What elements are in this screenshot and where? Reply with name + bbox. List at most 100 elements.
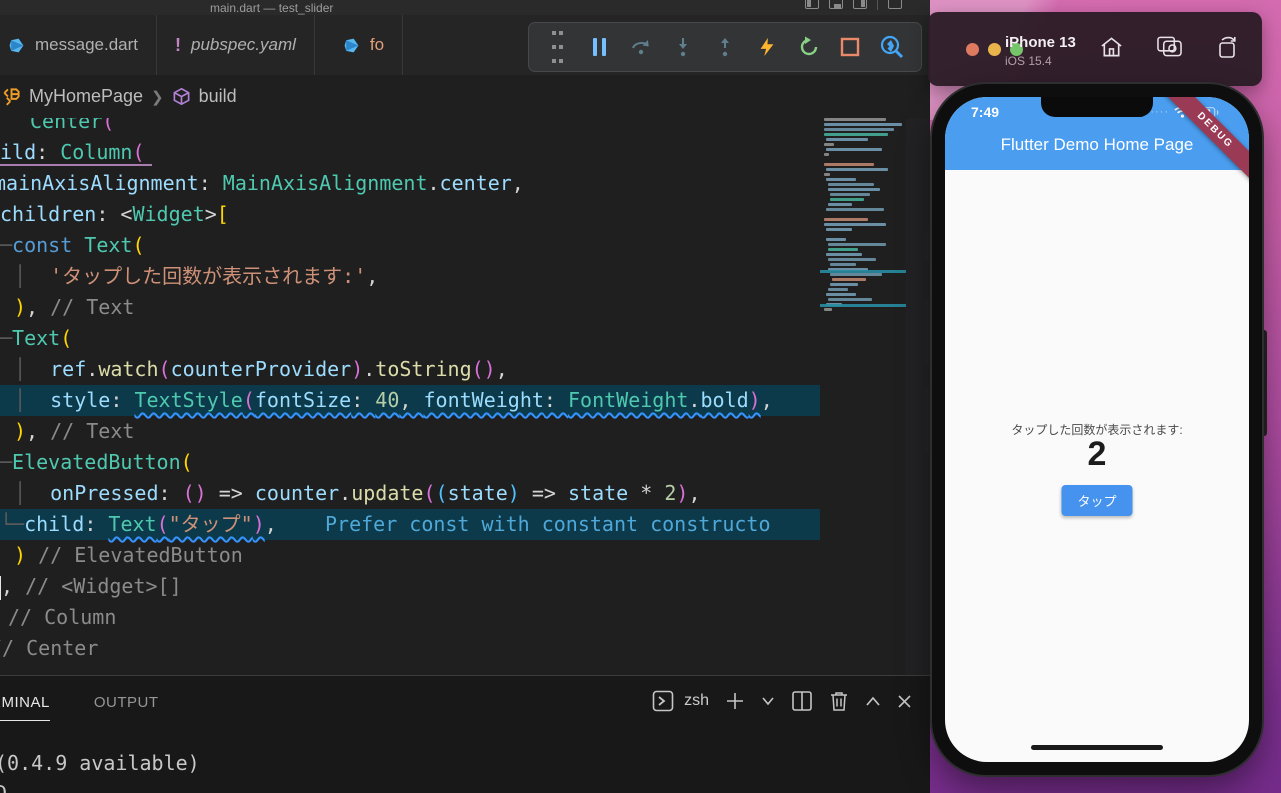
rotate-icon[interactable]	[1216, 36, 1238, 59]
tab-label: pubspec.yaml	[191, 35, 296, 54]
minimap-row	[824, 118, 886, 121]
trash-icon[interactable]	[829, 690, 849, 712]
minimap-row	[824, 163, 874, 166]
dart-icon	[9, 38, 24, 52]
appbar-title: Flutter Demo Home Page	[1000, 135, 1194, 154]
minimap-row	[828, 248, 858, 251]
counter-value: 2	[1087, 435, 1107, 473]
code-line: mainAxisAlignment: MainAxisAlignment.cen…	[0, 171, 524, 195]
stop-button[interactable]	[833, 28, 867, 66]
iphone-frame: 7:49 ···· Flutter Demo Home Page DEBUG タ…	[932, 84, 1262, 775]
minimap-row	[830, 193, 870, 196]
hot-reload-button[interactable]	[750, 28, 784, 66]
code-line: // Column	[8, 605, 117, 629]
shell-icon	[652, 690, 674, 712]
panel-tabs: TERMINAL OUTPUT	[0, 694, 159, 721]
minimap-row	[830, 283, 858, 286]
toggle-panel-icon[interactable]	[829, 0, 843, 9]
minimap-row	[826, 148, 882, 151]
code-line: │ ref.watch(counterProvider).toString(),	[14, 357, 508, 381]
home-icon[interactable]	[1100, 36, 1123, 58]
tab-message-dart[interactable]: message.dart	[0, 15, 157, 75]
tab-partial[interactable]: fo	[315, 15, 404, 75]
code-line: // Center	[0, 636, 99, 660]
titlebar-separator	[877, 0, 878, 10]
minimap-row	[826, 253, 862, 256]
simulator-os-version: iOS 15.4	[1005, 54, 1052, 68]
vscode-window: main.dart — test_slider message.dart ! p…	[0, 0, 930, 793]
open-devtools-button[interactable]	[875, 28, 909, 66]
notch	[1041, 97, 1153, 117]
shell-label[interactable]: zsh	[684, 692, 709, 710]
close-window-icon[interactable]	[966, 43, 979, 56]
minimap-row	[826, 228, 852, 231]
screenshot-icon[interactable]	[1157, 36, 1182, 57]
drag-handle-icon[interactable]	[541, 28, 575, 66]
toggle-secondary-sidebar-icon[interactable]	[853, 0, 867, 9]
terminal-output[interactable]: (0.4.9 available) D	[0, 748, 200, 793]
minimap-highlight-marker	[820, 270, 906, 273]
home-indicator[interactable]	[1031, 745, 1163, 750]
minimap-row	[828, 298, 872, 301]
minimap-row	[826, 168, 888, 171]
minimize-window-icon[interactable]	[988, 43, 1001, 56]
code-editor[interactable]: Center( ild: Column( mainAxisAlignment: Ma…	[0, 118, 930, 675]
minimap-row	[826, 138, 868, 141]
breadcrumb-separator: ❯	[151, 88, 164, 106]
split-terminal-icon[interactable]	[791, 690, 813, 712]
code-line: ild: Column(	[0, 137, 820, 168]
minimap-row	[828, 183, 874, 186]
minimap-row	[828, 188, 880, 191]
phone-screen: 7:49 ···· Flutter Demo Home Page DEBUG タ…	[945, 97, 1249, 762]
minimap-row	[826, 178, 856, 181]
chevron-down-icon[interactable]	[761, 694, 775, 708]
code-line: Center(	[30, 118, 115, 133]
minimap-row	[824, 218, 868, 221]
tab-label: message.dart	[35, 35, 138, 54]
simulator-titlebar[interactable]: iPhone 13 iOS 15.4	[928, 12, 1262, 86]
maximize-panel-icon[interactable]	[865, 695, 881, 707]
terminal-actions: zsh	[652, 690, 912, 712]
code-line: ─ElevatedButton(	[0, 450, 193, 474]
step-out-button[interactable]	[708, 28, 742, 66]
debug-toolbar	[528, 22, 922, 72]
minimap-row	[824, 128, 894, 131]
tab-pubspec-yaml[interactable]: ! pubspec.yaml	[157, 15, 315, 75]
toggle-sidebar-icon[interactable]	[805, 0, 819, 9]
tap-button[interactable]: タップ	[1061, 485, 1133, 516]
tab-label: fo	[369, 35, 385, 54]
close-panel-icon[interactable]	[897, 694, 912, 709]
minimap-row	[824, 143, 834, 146]
simulator-device-name: iPhone 13	[1005, 34, 1076, 51]
customize-layout-icon[interactable]	[888, 0, 902, 9]
method-icon	[173, 87, 190, 106]
minimap-row	[828, 243, 886, 246]
tab-terminal[interactable]: TERMINAL	[0, 694, 50, 721]
layout-toggle-icons	[805, 0, 902, 10]
breadcrumb-class[interactable]: MyHomePage	[29, 86, 143, 107]
breadcrumb-method[interactable]: build	[199, 86, 237, 107]
code-line: ), // Text	[14, 419, 135, 443]
class-icon	[3, 88, 20, 106]
minimap-row	[828, 288, 848, 291]
warning-icon: !	[175, 34, 181, 55]
code-line: ) // ElevatedButton	[14, 543, 243, 567]
code-line: │ style: TextStyle(fontSize: 40, fontWei…	[0, 385, 820, 416]
step-over-button[interactable]	[625, 28, 659, 66]
minimap-row	[828, 203, 852, 206]
pause-button[interactable]	[583, 28, 617, 66]
restart-button[interactable]	[792, 28, 826, 66]
minimap-row	[824, 173, 830, 176]
minimap-row	[832, 278, 866, 281]
minimap-row	[828, 258, 876, 261]
tab-output[interactable]: OUTPUT	[94, 694, 159, 721]
code-lines: Center( ild: Column( mainAxisAlignment: Ma…	[0, 118, 820, 664]
code-line: └─child: Text("タップ"), Prefer const with …	[0, 509, 820, 540]
code-line: , // <Widget>[]	[0, 571, 820, 602]
step-into-button[interactable]	[666, 28, 700, 66]
minimap-row	[824, 153, 829, 156]
new-terminal-icon[interactable]	[725, 691, 745, 711]
dart-icon	[344, 38, 359, 52]
minimap[interactable]	[820, 118, 906, 675]
code-line: │ 'タップした回数が表示されます:',	[14, 264, 379, 288]
